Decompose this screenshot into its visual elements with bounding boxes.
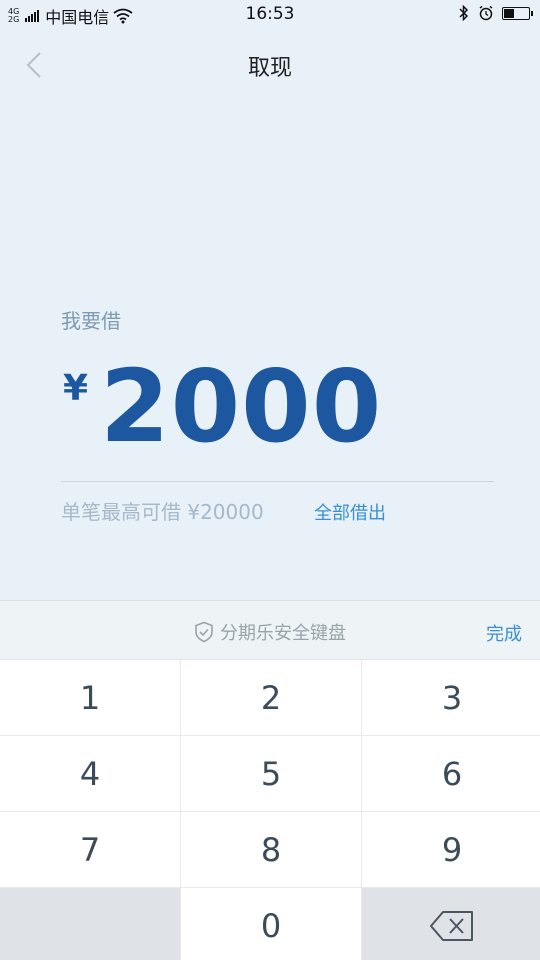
backspace-icon bbox=[430, 910, 473, 941]
keyboard-title: 分期乐安全键盘 bbox=[220, 623, 346, 644]
shield-check-icon bbox=[195, 621, 213, 643]
battery-level bbox=[504, 8, 514, 18]
borrow-label: 我要借 bbox=[61, 309, 121, 333]
key-5[interactable]: 5 bbox=[181, 736, 361, 811]
key-9[interactable]: 9 bbox=[362, 812, 540, 887]
nav-bar: 取现 bbox=[0, 30, 540, 100]
done-button[interactable]: 完成 bbox=[486, 620, 522, 646]
bluetooth-icon bbox=[459, 5, 469, 21]
keyboard-header: 分期乐安全键盘 完成 bbox=[0, 600, 540, 660]
battery-icon bbox=[502, 6, 533, 20]
status-bar: 4G 2G 中国电信 16:53 bbox=[0, 0, 540, 30]
amount-divider bbox=[61, 481, 494, 482]
keyboard-title-wrap: 分期乐安全键盘 bbox=[0, 619, 540, 645]
page-title: 取现 bbox=[247, 56, 292, 81]
key-6[interactable]: 6 bbox=[362, 736, 540, 811]
key-2[interactable]: 2 bbox=[181, 660, 361, 735]
status-right bbox=[458, 5, 533, 21]
max-amount-text: 单笔最高可借 ¥20000 bbox=[61, 500, 264, 524]
key-blank bbox=[0, 888, 180, 960]
amount-input[interactable]: 2000 bbox=[100, 352, 382, 462]
numeric-keypad: 1 2 3 4 5 6 7 8 9 0 bbox=[0, 660, 540, 960]
borrow-all-link[interactable]: 全部借出 bbox=[314, 499, 386, 525]
backspace-key[interactable] bbox=[362, 888, 540, 960]
key-7[interactable]: 7 bbox=[0, 812, 180, 887]
key-1[interactable]: 1 bbox=[0, 660, 180, 735]
alarm-icon bbox=[479, 5, 493, 21]
key-4[interactable]: 4 bbox=[0, 736, 180, 811]
currency-symbol: ¥ bbox=[63, 368, 89, 409]
key-3[interactable]: 3 bbox=[362, 660, 540, 735]
key-0[interactable]: 0 bbox=[181, 888, 361, 960]
key-8[interactable]: 8 bbox=[181, 812, 361, 887]
